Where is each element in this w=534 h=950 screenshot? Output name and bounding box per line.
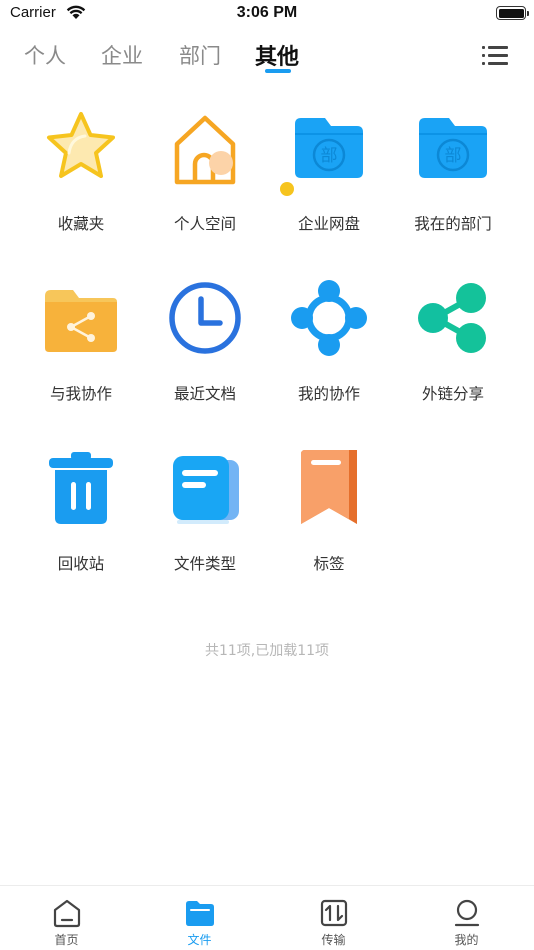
list-menu-button[interactable] [482, 44, 508, 66]
bottom-nav: 首页 文件 传输 我的 [0, 885, 534, 950]
bookmark-tag-icon [301, 450, 357, 524]
nav-home[interactable]: 首页 [0, 886, 133, 950]
tab-department[interactable]: 部门 [179, 40, 221, 70]
folder-icon [186, 901, 214, 926]
nav-home-label: 首页 [54, 933, 79, 947]
grid-item-my-departments[interactable]: 部 我在的部门 [391, 100, 515, 270]
category-tabs: 个人 企业 部门 其他 [0, 32, 534, 84]
grid-item-label: 标签 [313, 555, 345, 573]
collaboration-icon [291, 280, 367, 356]
nav-transfer[interactable]: 传输 [267, 886, 400, 950]
nav-files-label: 文件 [187, 933, 212, 947]
enterprise-folder-icon: 部 [280, 118, 363, 196]
grid-item-favorites[interactable]: 收藏夹 [19, 100, 143, 270]
grid-item-label: 企业网盘 [297, 215, 360, 233]
home-icon [53, 899, 81, 928]
shared-folder-icon [45, 290, 117, 352]
grid-item-enterprise-drive[interactable]: 部 企业网盘 [267, 100, 391, 270]
active-tab-indicator [265, 69, 291, 73]
share-icon [418, 283, 486, 353]
transfer-icon [320, 899, 348, 927]
item-count-footer: 共11项,已加载11项 [204, 643, 330, 659]
grid-item-label: 我在的部门 [414, 215, 492, 233]
battery-icon [496, 6, 529, 20]
grid-item-link-share[interactable]: 外链分享 [391, 270, 515, 440]
grid-item-label: 个人空间 [173, 215, 236, 233]
grid-item-label: 与我协作 [49, 385, 112, 403]
star-icon [47, 112, 115, 178]
nav-profile-label: 我的 [454, 933, 479, 947]
nav-files[interactable]: 文件 [133, 886, 266, 950]
tab-other[interactable]: 其他 [255, 39, 299, 71]
grid-item-label: 回收站 [57, 555, 105, 573]
grid-item-tags[interactable]: 标签 [267, 440, 391, 610]
svg-text:部: 部 [321, 146, 338, 166]
profile-icon [454, 899, 480, 927]
grid-item-label: 外链分享 [421, 385, 484, 403]
grid-item-shared-with-me[interactable]: 与我协作 [19, 270, 143, 440]
nav-transfer-label: 传输 [321, 933, 346, 947]
clock-icon [169, 282, 241, 354]
file-type-icon [173, 456, 239, 524]
grid-item-recycle-bin[interactable]: 回收站 [19, 440, 143, 610]
grid-item-label: 我的协作 [297, 385, 360, 403]
svg-text:部: 部 [445, 146, 462, 166]
grid-item-label: 最近文档 [173, 385, 236, 403]
grid-item-label: 收藏夹 [57, 215, 105, 233]
tab-personal[interactable]: 个人 [24, 40, 66, 70]
house-icon [174, 115, 236, 185]
nav-profile[interactable]: 我的 [400, 886, 533, 950]
grid-item-personal-space[interactable]: 个人空间 [143, 100, 267, 270]
grid-item-recent-docs[interactable]: 最近文档 [143, 270, 267, 440]
grid-item-file-types[interactable]: 文件类型 [143, 440, 267, 610]
grid-item-label: 文件类型 [173, 555, 236, 573]
department-folder-icon: 部 [419, 118, 487, 178]
tab-enterprise[interactable]: 企业 [101, 40, 143, 70]
status-bar: Carrier 3:06 PM [0, 0, 534, 28]
grid-item-my-collaboration[interactable]: 我的协作 [267, 270, 391, 440]
clock: 3:06 PM [236, 4, 298, 21]
trash-icon [49, 452, 113, 524]
